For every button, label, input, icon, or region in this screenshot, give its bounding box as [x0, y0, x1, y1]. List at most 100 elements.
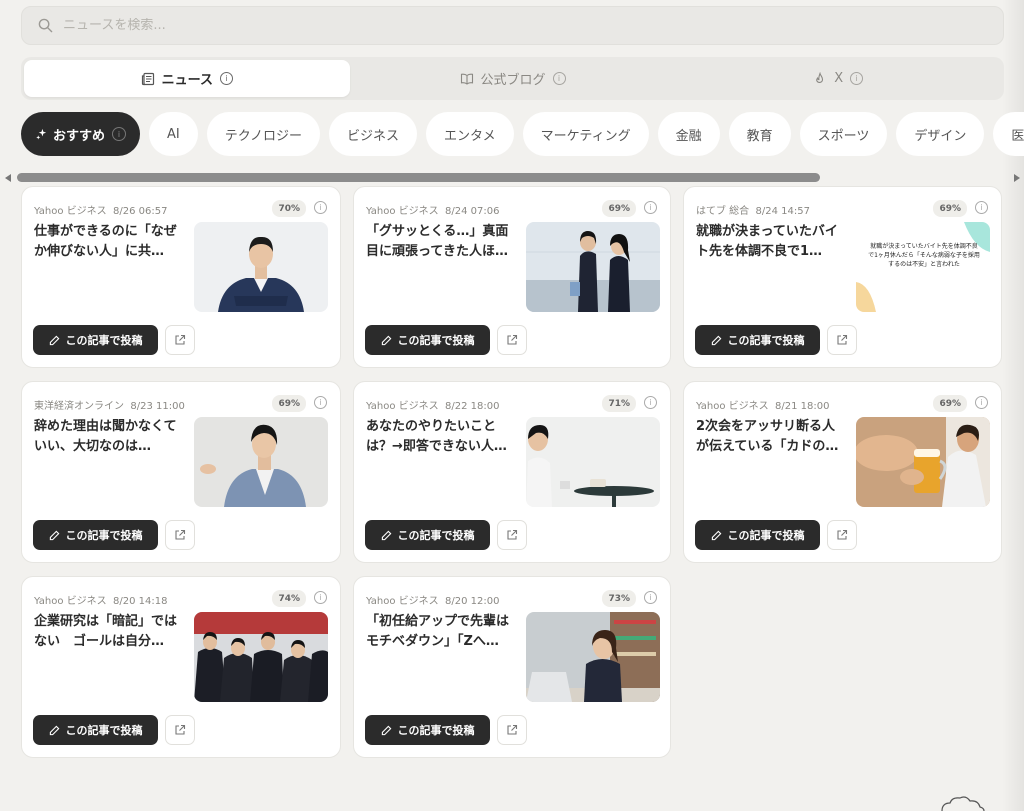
tab-official-blog-label: 公式ブログ	[480, 73, 546, 88]
relevance-badge: 69%	[933, 200, 967, 217]
open-article-button[interactable]	[165, 325, 195, 355]
article-source: はてブ 総合	[696, 206, 750, 217]
relevance-badge: 69%	[602, 200, 636, 217]
article-title[interactable]: 就職が決まっていたバイト先を体調不良で1…	[696, 222, 846, 262]
scroll-right-arrow-icon[interactable]	[1014, 174, 1020, 182]
article-source: 東洋経済オンライン	[34, 401, 124, 412]
info-icon[interactable]: i	[850, 72, 864, 85]
article-card[interactable]: 東洋経済オンライン 8/23 11:00 69% i 辞めた理由は聞かなくていい…	[21, 381, 341, 563]
info-icon[interactable]: i	[112, 127, 127, 141]
open-article-button[interactable]	[165, 520, 195, 550]
category-recommended-label: おすすめ	[53, 128, 106, 144]
info-icon[interactable]: i	[314, 591, 327, 604]
article-title[interactable]: 2次会をアッサリ断る人が伝えている「カドの…	[696, 417, 846, 457]
article-date: 8/26 06:57	[112, 206, 168, 217]
article-card[interactable]: Yahoo ビジネス 8/26 06:57 70% i 仕事ができるのに「なぜか…	[21, 186, 341, 368]
pencil-icon	[711, 335, 722, 346]
open-article-button[interactable]	[497, 325, 527, 355]
article-thumbnail[interactable]	[194, 417, 328, 507]
post-with-article-button[interactable]: この記事で投稿	[365, 520, 490, 550]
article-card[interactable]: Yahoo ビジネス 8/24 07:06 69% i 「グサッとくる…」真面目…	[353, 186, 671, 368]
tab-news-label: ニュース	[161, 73, 214, 88]
article-card[interactable]: Yahoo ビジネス 8/22 18:00 71% i あなたのやりたいことは？…	[353, 381, 671, 563]
info-icon[interactable]: i	[644, 591, 657, 604]
category-chip[interactable]: AI	[149, 112, 198, 156]
pencil-icon	[381, 530, 392, 541]
article-meta: Yahoo ビジネス 8/20 12:00	[366, 592, 499, 607]
info-icon[interactable]: i	[644, 396, 657, 409]
article-card[interactable]: Yahoo ビジネス 8/21 18:00 69% i 2次会をアッサリ断る人が…	[683, 381, 1002, 563]
tab-news[interactable]: ニュース i	[24, 60, 350, 97]
relevance-badge: 71%	[602, 395, 636, 412]
article-thumbnail[interactable]	[194, 612, 328, 702]
post-button-label: この記事で投稿	[397, 334, 475, 347]
article-title[interactable]: 企業研究は「暗記」ではない ゴールは自分…	[34, 612, 184, 652]
category-chip[interactable]: エンタメ	[426, 112, 514, 156]
tab-official-blog[interactable]: 公式ブログ i	[350, 60, 676, 97]
category-recommended[interactable]: おすすめ i	[21, 112, 141, 156]
info-icon[interactable]: i	[975, 201, 988, 214]
post-with-article-button[interactable]: この記事で投稿	[365, 325, 490, 355]
article-title[interactable]: 「グサッとくる…」真面目に頑張ってきた人ほ…	[366, 222, 516, 262]
article-source: Yahoo ビジネス	[34, 596, 107, 607]
article-thumbnail[interactable]: 就職が決まっていたバイト先を体調不良で1ヶ月休んだら「そんな病弱な子を採用するの…	[856, 222, 990, 312]
tab-x[interactable]: X i	[675, 60, 1001, 97]
open-article-button[interactable]	[827, 520, 857, 550]
horizontal-scrollbar[interactable]	[0, 172, 1024, 184]
pencil-icon	[711, 530, 722, 541]
article-card[interactable]: Yahoo ビジネス 8/20 14:18 74% i 企業研究は「暗記」ではな…	[21, 576, 341, 758]
post-with-article-button[interactable]: この記事で投稿	[33, 715, 158, 745]
info-icon[interactable]: i	[975, 396, 988, 409]
search-input[interactable]	[63, 18, 663, 33]
open-article-button[interactable]	[165, 715, 195, 745]
open-article-button[interactable]	[497, 715, 527, 745]
post-with-article-button[interactable]: この記事で投稿	[33, 520, 158, 550]
open-article-button[interactable]	[827, 325, 857, 355]
category-chip[interactable]: テクノロジー	[206, 112, 320, 156]
scrollbar-thumb[interactable]	[17, 173, 820, 182]
category-chip[interactable]: スポーツ	[799, 112, 888, 156]
article-meta: はてブ 総合 8/24 14:57	[696, 202, 810, 217]
relevance-badge: 74%	[272, 590, 306, 607]
relevance-badge: 70%	[272, 200, 306, 217]
newspaper-icon	[141, 72, 155, 86]
post-button-label: この記事で投稿	[65, 334, 143, 347]
article-source: Yahoo ビジネス	[366, 401, 439, 412]
article-thumbnail[interactable]	[526, 417, 660, 507]
category-chip[interactable]: デザイン	[896, 112, 985, 156]
info-icon[interactable]: i	[314, 396, 327, 409]
post-button-label: この記事で投稿	[397, 529, 475, 542]
external-link-icon	[507, 334, 518, 345]
post-button-label: この記事で投稿	[727, 334, 805, 347]
article-card[interactable]: Yahoo ビジネス 8/20 12:00 73% i 「初任給アップで先輩はモ…	[353, 576, 671, 758]
post-with-article-button[interactable]: この記事で投稿	[33, 325, 158, 355]
category-chip[interactable]: マーケティング	[522, 112, 649, 156]
article-title[interactable]: 「初任給アップで先輩はモチベダウン」「Zへ…	[366, 612, 516, 652]
post-with-article-button[interactable]: この記事で投稿	[695, 520, 820, 550]
external-link-icon	[175, 724, 186, 735]
open-article-button[interactable]	[497, 520, 527, 550]
info-icon[interactable]: i	[314, 201, 327, 214]
search-icon	[38, 18, 53, 33]
article-thumbnail[interactable]	[526, 222, 660, 312]
search-bar[interactable]	[21, 6, 1004, 45]
category-chip[interactable]: 医療・美容	[993, 112, 1024, 156]
info-icon[interactable]: i	[644, 201, 657, 214]
article-date: 8/23 11:00	[130, 401, 185, 412]
category-chip[interactable]: 金融	[657, 112, 720, 156]
scroll-left-arrow-icon[interactable]	[5, 174, 11, 182]
article-source: Yahoo ビジネス	[696, 401, 769, 412]
post-with-article-button[interactable]: この記事で投稿	[365, 715, 490, 745]
article-title[interactable]: 辞めた理由は聞かなくていい、大切なのは…	[34, 417, 184, 457]
post-with-article-button[interactable]: この記事で投稿	[695, 325, 820, 355]
article-card[interactable]: はてブ 総合 8/24 14:57 69% i 就職が決まっていたバイト先を体調…	[683, 186, 1002, 368]
info-icon[interactable]: i	[552, 72, 566, 85]
article-thumbnail[interactable]	[526, 612, 660, 702]
article-thumbnail[interactable]	[856, 417, 990, 507]
article-title[interactable]: あなたのやりたいことは？→即答できない人…	[366, 417, 516, 457]
article-thumbnail[interactable]	[194, 222, 328, 312]
category-chip[interactable]: 教育	[728, 112, 791, 156]
category-chip[interactable]: ビジネス	[328, 112, 417, 156]
article-title[interactable]: 仕事ができるのに「なぜか伸びない人」に共…	[34, 222, 184, 262]
info-icon[interactable]: i	[220, 72, 234, 85]
